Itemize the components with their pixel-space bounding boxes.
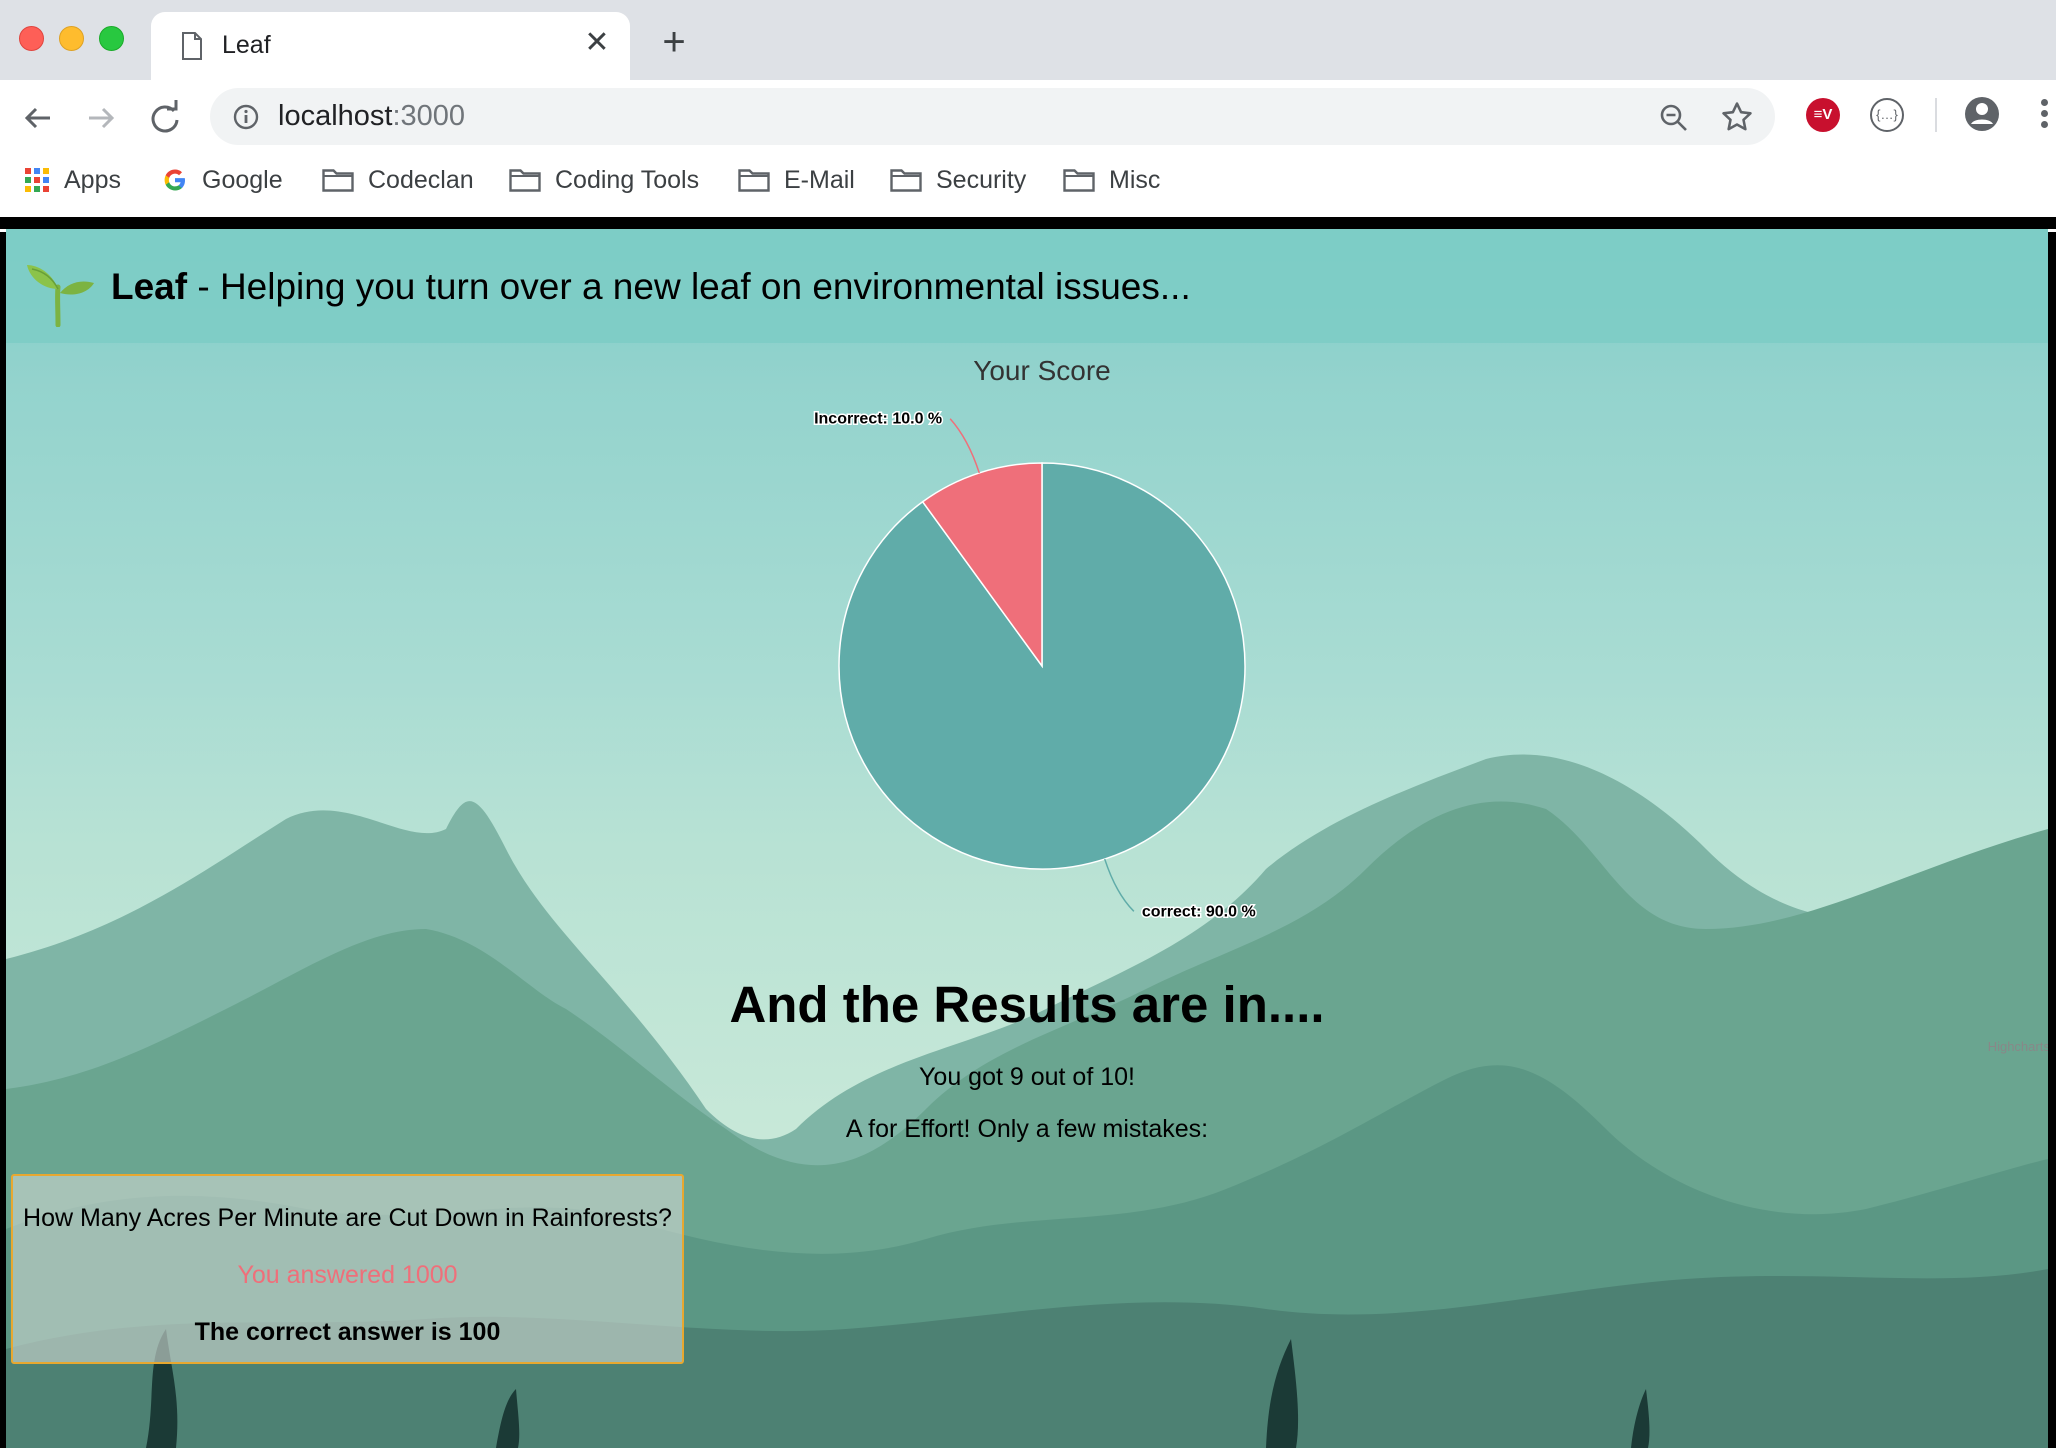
mistake-question: How Many Acres Per Minute are Cut Down i… [23, 1204, 672, 1232]
score-text: You got 9 out of 10! [919, 1063, 1135, 1091]
bookmark-email[interactable]: E-Mail [738, 162, 855, 198]
site-header: Leaf - Helping you turn over a new leaf … [6, 229, 2048, 343]
window-border [0, 217, 2056, 229]
page-icon [181, 32, 203, 65]
folder-icon [322, 167, 354, 193]
folder-icon [738, 167, 770, 193]
address-bar[interactable]: localhost:3000 [210, 88, 1775, 145]
browser-menu-icon[interactable] [2036, 96, 2052, 136]
site-brand: Leaf [111, 266, 188, 307]
results-heading: And the Results are in.... [729, 976, 1325, 1033]
reload-icon[interactable] [143, 96, 187, 140]
vpn-extension-icon[interactable]: ≡V [1806, 98, 1840, 132]
tab-close-icon[interactable]: ✕ [580, 26, 614, 60]
bookmark-coding-tools[interactable]: Coding Tools [509, 162, 699, 198]
bookmark-security[interactable]: Security [890, 162, 1026, 198]
bookmark-label: Security [936, 165, 1027, 194]
folder-icon [890, 167, 922, 193]
bookmark-apps[interactable]: Apps [24, 162, 121, 198]
google-icon [162, 167, 188, 193]
bookmark-label: Google [202, 165, 283, 194]
sprout-logo-icon [22, 247, 102, 332]
bookmark-star-icon[interactable] [1720, 100, 1754, 139]
bookmark-label: Apps [64, 165, 121, 194]
bookmark-label: Misc [1109, 165, 1161, 194]
close-window-button[interactable] [19, 26, 44, 51]
bookmark-google[interactable]: Google [162, 162, 283, 198]
zoom-out-icon[interactable] [1658, 102, 1690, 139]
mistake-correct-answer: The correct answer is 100 [194, 1318, 501, 1346]
toolbar-divider [1935, 98, 1937, 132]
pie-data-label-correct: correct: 90.0 % [1142, 903, 1256, 920]
feedback-text: A for Effort! Only a few mistakes: [845, 1115, 1209, 1143]
site-info-icon[interactable] [232, 103, 260, 136]
bookmark-label: Codeclan [368, 165, 474, 194]
json-extension-icon[interactable]: {…} [1870, 98, 1904, 132]
minimize-window-button[interactable] [59, 26, 84, 51]
folder-icon [509, 167, 541, 193]
page-viewport: Leaf - Helping you turn over a new leaf … [6, 229, 2048, 1448]
pie-connector-incorrect [949, 418, 980, 474]
pie-connector-correct [1104, 858, 1135, 912]
pie-data-label-incorrect: Incorrect: 10.0 % [814, 411, 942, 428]
mistake-user-answer: You answered 1000 [237, 1261, 458, 1289]
url-text[interactable]: localhost:3000 [278, 100, 465, 133]
apps-grid-icon [24, 167, 50, 193]
mistake-card: How Many Acres Per Minute are Cut Down i… [11, 1174, 684, 1364]
pie-chart-svg: correct: 90.0 % Incorrect: 10.0 % [813, 409, 1258, 922]
browser-toolbar: localhost:3000 ≡V {…} Apps Google Codecl… [0, 80, 2056, 232]
bookmark-misc[interactable]: Misc [1063, 162, 1160, 198]
bookmark-label: Coding Tools [555, 165, 700, 194]
forward-arrow-icon[interactable] [79, 96, 123, 140]
maximize-window-button[interactable] [99, 26, 124, 51]
folder-icon [1063, 167, 1095, 193]
browser-tabstrip: Leaf ✕ + [0, 0, 2056, 80]
tab-title: Leaf [222, 31, 271, 59]
back-arrow-icon[interactable] [16, 96, 60, 140]
url-host: localhost [278, 100, 393, 132]
new-tab-button[interactable]: + [653, 22, 695, 64]
site-title: Leaf - Helping you turn over a new leaf … [111, 266, 1191, 308]
profile-avatar-icon[interactable] [1962, 94, 2002, 139]
site-tagline: - Helping you turn over a new leaf on en… [187, 266, 1191, 307]
browser-tab-active[interactable]: Leaf ✕ [151, 12, 630, 80]
chart-credits[interactable]: Highcharts.com [1988, 1039, 2048, 1054]
bookmarks-bar: Apps Google Codeclan Coding Tools E-Mail… [0, 158, 2056, 202]
url-port: :3000 [392, 100, 466, 132]
bookmark-label: E-Mail [784, 165, 855, 194]
bookmark-codeclan[interactable]: Codeclan [322, 162, 474, 198]
score-chart: Your Score correct: 90.0 % Incorrect: 10.… [6, 343, 2048, 1054]
